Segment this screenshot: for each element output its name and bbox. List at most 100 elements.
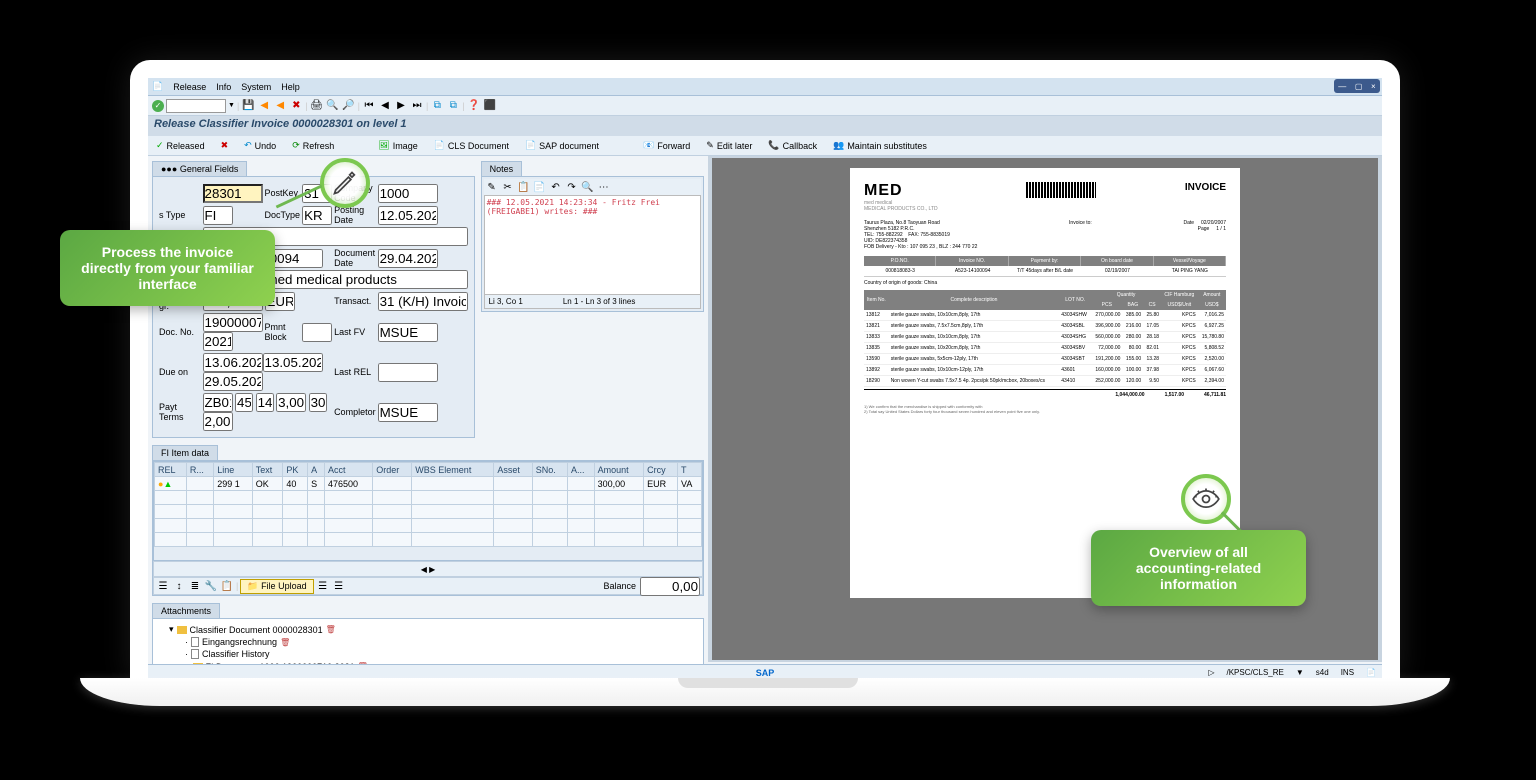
- doctype-field[interactable]: [302, 206, 332, 225]
- balance-label: Balance: [603, 581, 636, 591]
- maintain-button[interactable]: 👥Maintain substitutes: [829, 139, 931, 152]
- transact-field[interactable]: [378, 292, 468, 311]
- notes-find-icon[interactable]: 🔍: [581, 180, 595, 194]
- find-next-icon[interactable]: 🔎: [342, 99, 356, 113]
- pmntblock-label: Pmnt Block: [265, 313, 301, 351]
- pt4-field[interactable]: [309, 393, 327, 412]
- docno-field[interactable]: [203, 313, 263, 332]
- delete-icon[interactable]: 🗑: [326, 625, 336, 634]
- notes-copy-icon[interactable]: 📋: [517, 180, 531, 194]
- stype-field[interactable]: [203, 206, 233, 225]
- attachments-tab[interactable]: Attachments: [152, 603, 220, 618]
- back-icon[interactable]: ◀: [257, 99, 271, 113]
- item-tb-icon[interactable]: ☰: [156, 579, 170, 593]
- layout-icon[interactable]: ⬛: [483, 99, 497, 113]
- doctype-label: DocType: [265, 205, 301, 225]
- window-controls[interactable]: —▢×: [1334, 79, 1380, 93]
- notes-content[interactable]: ### 12.05.2021 14:23:34 - Fritz Frei (FR…: [484, 195, 701, 295]
- callback-button[interactable]: 📞Callback: [764, 139, 821, 152]
- invoice-label: INVOICE: [1185, 182, 1226, 193]
- doc-field[interactable]: [203, 184, 263, 203]
- due1-field[interactable]: [203, 353, 263, 372]
- notes-cut-icon[interactable]: ✂: [501, 180, 515, 194]
- item-tb-icon4[interactable]: 🔧: [204, 579, 218, 593]
- invoice-line: 13835sterile gauze swabs, 10x20cm,8ply, …: [864, 343, 1226, 354]
- notes-tab[interactable]: Notes: [481, 161, 523, 176]
- pt1-field[interactable]: [235, 393, 253, 412]
- command-field[interactable]: [166, 99, 226, 113]
- menu-help[interactable]: Help: [281, 82, 300, 92]
- image-button[interactable]: 🖼Image: [374, 139, 421, 152]
- sap-doc-button[interactable]: 📄SAP document: [521, 139, 603, 152]
- docno-yr-field[interactable]: [203, 332, 233, 351]
- invoice-logo: MED: [864, 182, 938, 200]
- notes-undo-icon[interactable]: ↶: [549, 180, 563, 194]
- company-field[interactable]: [378, 184, 438, 203]
- reject-button[interactable]: ✖: [217, 139, 233, 152]
- app-icon: 📄: [152, 81, 163, 92]
- notes-toolbar: ✎ ✂ 📋 📄 ↶ ↷ 🔍 ⋯: [484, 179, 701, 195]
- tree-item[interactable]: · Classifier History: [157, 648, 699, 660]
- lastfv-field[interactable]: [378, 323, 438, 342]
- docdate-field[interactable]: [378, 249, 438, 268]
- general-tab[interactable]: ●●● General Fields: [152, 161, 247, 176]
- table-row[interactable]: ●▲ 299 1OK 40S476500 300,00EURVA: [155, 477, 702, 491]
- new-session-icon[interactable]: ⧉: [430, 99, 444, 113]
- notes-more-icon[interactable]: ⋯: [597, 180, 611, 194]
- first-page-icon[interactable]: ⏮: [362, 99, 376, 113]
- item-table-wrap[interactable]: RELR...Line TextPKA AcctOrderWBS Element…: [153, 461, 703, 561]
- prev-page-icon[interactable]: ◀: [378, 99, 392, 113]
- released-button[interactable]: ✓Released: [152, 139, 209, 152]
- action-bar: ✓Released ✖ ↶Undo ⟳Refresh 🖼Image 📄CLS D…: [148, 136, 1382, 156]
- due3-field[interactable]: [203, 372, 263, 391]
- completor-field[interactable]: [378, 403, 438, 422]
- invpty-name-field[interactable]: [265, 270, 468, 289]
- item-tb-icon2[interactable]: ↕: [172, 579, 186, 593]
- menubar: 📄 Release Info System Help —▢×: [148, 78, 1382, 96]
- lastrel-label: Last REL: [334, 353, 376, 391]
- last-page-icon[interactable]: ⏭: [410, 99, 424, 113]
- help-icon[interactable]: ❓: [467, 99, 481, 113]
- due-label: Due on: [159, 353, 201, 391]
- item-tb-icon5[interactable]: 📋: [220, 579, 234, 593]
- notes-edit-icon[interactable]: ✎: [485, 180, 499, 194]
- menu-release[interactable]: Release: [173, 82, 206, 92]
- pt5-field[interactable]: [203, 412, 233, 431]
- notes-redo-icon[interactable]: ↷: [565, 180, 579, 194]
- delete-icon[interactable]: 🗑: [280, 638, 290, 647]
- due2-field[interactable]: [263, 353, 323, 372]
- fi-item-tab[interactable]: FI Item data: [152, 445, 218, 460]
- notes-paste-icon[interactable]: 📄: [533, 180, 547, 194]
- pt3-field[interactable]: [276, 393, 306, 412]
- item-tb-icon6[interactable]: ☰: [316, 579, 330, 593]
- tree-item[interactable]: · Eingangsrechnung 🗑: [157, 636, 699, 648]
- edit-later-button[interactable]: ✎Edit later: [702, 139, 756, 152]
- table-hscroll[interactable]: ◀ ▶: [153, 561, 703, 577]
- undo-button[interactable]: ↶Undo: [240, 139, 280, 152]
- callout-overview: Overview of all accounting-related infor…: [1091, 530, 1306, 606]
- confirm-icon[interactable]: ✓: [152, 100, 164, 112]
- posting-field[interactable]: [378, 206, 438, 225]
- pt2-field[interactable]: [256, 393, 274, 412]
- menu-info[interactable]: Info: [216, 82, 231, 92]
- find-icon[interactable]: 🔍: [326, 99, 340, 113]
- forward-button[interactable]: 📧Forward: [639, 139, 694, 152]
- refresh-button[interactable]: ⟳Refresh: [288, 139, 338, 152]
- tree-root[interactable]: ▾ Classifier Document 0000028301 🗑: [157, 623, 699, 636]
- shortcut-icon[interactable]: ⧉: [446, 99, 460, 113]
- cancel-icon[interactable]: ✖: [289, 99, 303, 113]
- file-upload-button[interactable]: 📁 File Upload: [240, 579, 313, 594]
- menu-system[interactable]: System: [241, 82, 271, 92]
- docdate-label: Document Date: [334, 248, 376, 268]
- exit-icon[interactable]: ◀: [273, 99, 287, 113]
- item-tb-icon7[interactable]: ☰: [332, 579, 346, 593]
- invoice-line: 13892sterile gauze swabs, 10x10cm-12ply,…: [864, 365, 1226, 376]
- print-icon[interactable]: 🖨: [310, 99, 324, 113]
- pmntblock-field[interactable]: [302, 323, 332, 342]
- lastrel-field[interactable]: [378, 363, 438, 382]
- save-icon[interactable]: 💾: [241, 99, 255, 113]
- cls-doc-button[interactable]: 📄CLS Document: [430, 139, 513, 152]
- next-page-icon[interactable]: ▶: [394, 99, 408, 113]
- item-tb-icon3[interactable]: ≣: [188, 579, 202, 593]
- payt-field[interactable]: [203, 393, 233, 412]
